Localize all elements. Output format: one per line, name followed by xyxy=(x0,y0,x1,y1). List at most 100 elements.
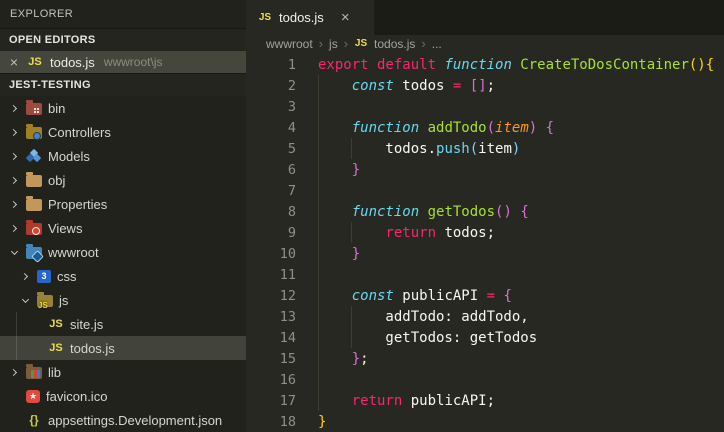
breadcrumb-item-0[interactable]: wwwroot xyxy=(266,37,313,51)
breadcrumb-item-1[interactable]: js xyxy=(329,37,338,51)
code-editor[interactable]: 1 export default function CreateToDosCont… xyxy=(246,52,724,432)
close-icon[interactable]: × xyxy=(8,55,20,69)
code-line-text: } xyxy=(351,245,361,262)
indent-guide xyxy=(317,117,319,138)
code-line-16[interactable]: 16 xyxy=(246,369,724,390)
tree-item-views[interactable]: Views xyxy=(0,216,246,240)
indent-guide xyxy=(351,327,353,348)
open-editors-header[interactable]: OPEN EDITORS xyxy=(0,28,246,51)
code-line-3[interactable]: 3 xyxy=(246,96,724,117)
close-icon[interactable]: × xyxy=(341,10,350,25)
code-line-5[interactable]: 5 todos.push(item) xyxy=(246,138,724,159)
tree-item-label: obj xyxy=(48,172,66,188)
js-file-icon: JS xyxy=(258,12,272,23)
tree-item-lib[interactable]: lib xyxy=(0,360,246,384)
tree-item-properties[interactable]: Properties xyxy=(0,192,246,216)
vscode-window: EXPLORER OPEN EDITORS × JS todos.js wwwr… xyxy=(0,0,724,432)
indent-guide xyxy=(351,306,353,327)
chevron-down-icon[interactable] xyxy=(8,246,20,258)
line-number: 8 xyxy=(287,203,296,220)
code-line-10[interactable]: 10 } xyxy=(246,243,724,264)
jsfile-icon: JS xyxy=(49,318,63,331)
tab-todos-js[interactable]: JS todos.js × xyxy=(246,0,374,35)
open-editor-item-todos[interactable]: × JS todos.js wwwroot\js xyxy=(0,50,246,74)
code-line-text: } xyxy=(318,413,327,430)
tree-item-css[interactable]: 3 css xyxy=(0,264,246,288)
code-line-14[interactable]: 14 getTodos: getTodos xyxy=(246,327,724,348)
jsfolder-icon: JS xyxy=(37,292,53,310)
tree-item-obj[interactable]: obj xyxy=(0,168,246,192)
chevron-right-icon[interactable] xyxy=(8,126,20,138)
chevron-right-icon[interactable] xyxy=(19,270,31,282)
code-line-text: todos.push(item) xyxy=(318,140,521,157)
indent-guide xyxy=(317,243,319,264)
breadcrumb-separator: › xyxy=(343,36,349,51)
tree-item-wwwroot[interactable]: wwwroot xyxy=(0,240,246,264)
line-number: 13 xyxy=(279,308,296,325)
open-editor-file-path: wwwroot\js xyxy=(103,55,163,70)
tree-item-bin[interactable]: bin xyxy=(0,96,246,120)
code-line-9[interactable]: 9 return todos; xyxy=(246,222,724,243)
indent-guide xyxy=(317,348,319,369)
line-number: 2 xyxy=(287,77,296,94)
code-line-text: return publicAPI; xyxy=(351,392,496,409)
tree-item-label: todos.js xyxy=(70,340,115,356)
chevron-right-icon[interactable] xyxy=(8,102,20,114)
indent-guide xyxy=(317,96,319,117)
breadcrumb-item-3[interactable]: ... xyxy=(432,37,442,51)
tree-item-label: css xyxy=(57,268,77,284)
code-line-13[interactable]: 13 addTodo: addTodo, xyxy=(246,306,724,327)
code-line-8[interactable]: 8 function getTodos() { xyxy=(246,201,724,222)
breadcrumb-item-2[interactable]: todos.js xyxy=(374,37,415,51)
code-line-11[interactable]: 11 xyxy=(246,264,724,285)
tree-item-label: site.js xyxy=(70,316,104,332)
json-icon: {} xyxy=(29,413,39,428)
plain-icon xyxy=(26,196,42,212)
tree-item-label: bin xyxy=(48,100,66,116)
indent-guide xyxy=(317,180,319,201)
breadcrumb-separator: › xyxy=(318,36,324,51)
line-number: 4 xyxy=(287,119,296,136)
tree-item-favicon-ico[interactable]: ★ favicon.ico xyxy=(0,384,246,408)
tree-item-label: lib xyxy=(48,364,62,380)
wwwroot-icon xyxy=(26,244,44,263)
line-number: 5 xyxy=(287,140,296,157)
indent-guide xyxy=(317,327,319,348)
tree-item-controllers[interactable]: Controllers xyxy=(0,120,246,144)
line-number: 6 xyxy=(287,161,296,178)
chevron-right-icon[interactable] xyxy=(8,198,20,210)
code-line-1[interactable]: 1 export default function CreateToDosCont… xyxy=(246,54,724,75)
indent-guide xyxy=(317,201,319,222)
code-line-12[interactable]: 12 const publicAPI = { xyxy=(246,285,724,306)
code-line-18[interactable]: 18} xyxy=(246,411,724,432)
code-line-text: export default function CreateToDosConta… xyxy=(318,56,715,73)
code-line-17[interactable]: 17 return publicAPI; xyxy=(246,390,724,411)
code-line-7[interactable]: 7 xyxy=(246,180,724,201)
tree-item-site-js[interactable]: JS site.js xyxy=(0,312,246,336)
code-line-4[interactable]: 4 function addTodo(item) { xyxy=(246,117,724,138)
line-number: 18 xyxy=(279,413,296,430)
tree-item-label: Views xyxy=(48,220,83,236)
chevron-right-icon[interactable] xyxy=(8,222,20,234)
code-line-6[interactable]: 6 } xyxy=(246,159,724,180)
tree-item-appsettings-development-json[interactable]: {} appsettings.Development.json xyxy=(0,408,246,432)
chevron-right-icon[interactable] xyxy=(8,366,20,378)
tree-item-js[interactable]: JS js xyxy=(0,288,246,312)
chevron-right-icon[interactable] xyxy=(8,150,20,162)
indent-guide xyxy=(317,222,319,243)
indent-guide xyxy=(351,222,353,243)
code-line-15[interactable]: 15 }; xyxy=(246,348,724,369)
tree-item-todos-js[interactable]: JS todos.js xyxy=(0,336,246,361)
line-number: 11 xyxy=(279,266,296,283)
bin-icon xyxy=(26,100,42,116)
tree-item-models[interactable]: Models xyxy=(0,144,246,168)
file-tree: bin Controllers Models obj Properties Views ww… xyxy=(0,96,246,432)
chevron-down-icon[interactable] xyxy=(19,294,31,306)
lib-icon xyxy=(26,364,42,380)
chevron-right-icon[interactable] xyxy=(8,174,20,186)
code-line-2[interactable]: 2 const todos = []; xyxy=(246,75,724,96)
project-section-header[interactable]: JEST-TESTING xyxy=(0,73,246,97)
